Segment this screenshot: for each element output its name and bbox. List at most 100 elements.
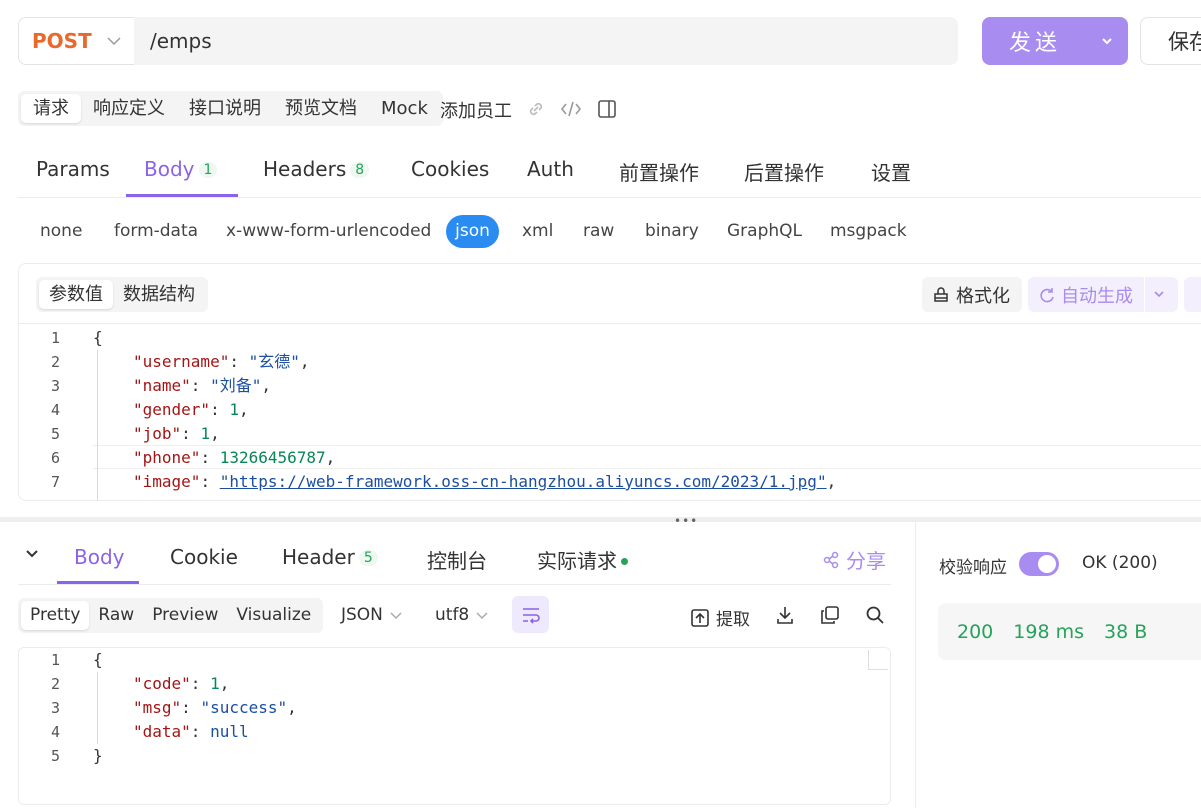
line-number: 7 <box>50 473 60 491</box>
more-button[interactable] <box>1184 277 1201 312</box>
tab-post-ops[interactable]: 后置操作 <box>744 157 824 186</box>
chevron-down-icon <box>475 611 489 620</box>
subtab-preview-doc[interactable]: 预览文档 <box>273 94 369 123</box>
encoding-select[interactable]: utf8 <box>435 605 489 625</box>
code-icon[interactable] <box>560 99 582 119</box>
method-select[interactable]: POST <box>18 17 134 65</box>
validate-label: 校验响应 <box>939 558 1007 578</box>
save-label: 保存 <box>1168 30 1201 54</box>
drag-handle-icon[interactable]: ••• <box>674 515 698 527</box>
format-button[interactable]: 格式化 <box>922 277 1022 312</box>
resp-tab-actual[interactable]: 实际请求 <box>537 545 628 574</box>
bodytype-msgpack[interactable]: msgpack <box>830 221 907 241</box>
editor-mode-switch: 参数值 数据结构 <box>36 277 208 312</box>
mode-values[interactable]: 参数值 <box>39 280 113 309</box>
extract-label: 提取 <box>716 610 750 630</box>
bodytype-raw[interactable]: raw <box>583 221 614 241</box>
api-name[interactable]: 添加员工 <box>440 97 512 123</box>
code-line: "phone": 13266456787, <box>133 448 336 467</box>
subtab-response-def[interactable]: 响应定义 <box>81 94 177 123</box>
code-line: "image": "https://web-framework.oss-cn-h… <box>133 472 837 491</box>
view-visualize[interactable]: Visualize <box>227 601 320 630</box>
bodytype-graphql[interactable]: GraphQL <box>727 221 802 241</box>
save-button[interactable]: 保存 <box>1140 17 1201 65</box>
format-select[interactable]: JSON <box>341 605 403 625</box>
extract-icon <box>690 608 710 628</box>
download-icon[interactable] <box>775 605 795 625</box>
chevron-down-icon[interactable] <box>1153 290 1165 298</box>
panel-icon[interactable] <box>597 99 617 119</box>
divider <box>18 197 1201 198</box>
bodytype-json[interactable]: json <box>446 215 499 248</box>
url-input[interactable]: /emps <box>134 17 958 65</box>
tab-body[interactable]: Body 1 <box>144 157 218 181</box>
share-icon <box>822 551 840 569</box>
copy-icon[interactable] <box>820 605 840 625</box>
view-pretty[interactable]: Pretty <box>21 601 90 630</box>
share-label: 分享 <box>846 549 886 573</box>
bodytype-form-data[interactable]: form-data <box>114 221 198 241</box>
view-preview[interactable]: Preview <box>143 601 227 630</box>
line-number: 5 <box>50 747 60 765</box>
wrap-icon <box>521 606 541 624</box>
panel-splitter[interactable] <box>0 517 1201 522</box>
auto-generate-button[interactable]: 自动生成 <box>1028 277 1178 312</box>
tab-pre-ops[interactable]: 前置操作 <box>619 157 699 186</box>
code-line: "name": "刘备", <box>133 376 271 395</box>
line-number: 3 <box>50 377 60 395</box>
code-line: "gender": 1, <box>133 400 249 419</box>
code-line: "job": 1, <box>133 424 220 443</box>
divider <box>19 323 1201 324</box>
bodytype-none[interactable]: none <box>40 221 82 241</box>
search-icon[interactable] <box>865 605 885 625</box>
chevron-down-icon <box>389 611 403 620</box>
resp-tab-header[interactable]: Header 5 <box>282 545 378 569</box>
chevron-down-icon <box>106 36 122 46</box>
auto-generate-label: 自动生成 <box>1061 285 1133 307</box>
bodytype-binary[interactable]: binary <box>645 221 699 241</box>
share-button[interactable]: 分享 <box>822 545 886 574</box>
resp-header-count: 5 <box>358 550 378 566</box>
encoding-value: utf8 <box>435 605 470 625</box>
bodytype-xml[interactable]: xml <box>522 221 553 241</box>
wrap-lines-button[interactable] <box>512 596 549 633</box>
line-number: 2 <box>50 675 60 693</box>
request-subtabs: 请求 响应定义 接口说明 预览文档 Mock <box>18 91 443 126</box>
collapse-icon[interactable] <box>24 548 40 560</box>
line-number: 6 <box>50 449 60 467</box>
tab-auth[interactable]: Auth <box>527 157 574 181</box>
tab-settings[interactable]: 设置 <box>871 157 911 186</box>
panel-divider <box>915 522 916 808</box>
line-number: 1 <box>50 329 60 347</box>
resp-tab-console[interactable]: 控制台 <box>427 545 487 574</box>
view-raw[interactable]: Raw <box>89 601 143 630</box>
line-number: 4 <box>50 723 60 741</box>
code-line: "username": "玄德", <box>133 352 310 371</box>
scrollbar[interactable] <box>868 650 888 670</box>
view-mode-switch: Pretty Raw Preview Visualize <box>18 598 324 633</box>
resp-tab-cookie[interactable]: Cookie <box>170 545 238 569</box>
broom-icon <box>932 286 950 303</box>
code-line: { <box>93 650 103 669</box>
code-line: "code": 1, <box>133 674 230 693</box>
subtab-request[interactable]: 请求 <box>21 94 81 123</box>
send-button[interactable]: 发送 <box>982 17 1128 65</box>
tab-cookies[interactable]: Cookies <box>411 157 489 181</box>
resp-tab-body[interactable]: Body <box>74 545 125 569</box>
bodytype-urlencoded[interactable]: x-www-form-urlencoded <box>226 221 431 241</box>
link-icon[interactable] <box>526 99 546 119</box>
mode-schema[interactable]: 数据结构 <box>113 280 205 309</box>
extract-button[interactable]: 提取 <box>690 605 750 630</box>
send-dropdown-icon[interactable] <box>1100 36 1114 46</box>
subtab-api-doc[interactable]: 接口说明 <box>177 94 273 123</box>
subtab-mock[interactable]: Mock <box>369 94 440 123</box>
status-code: 200 <box>957 620 994 643</box>
tab-params[interactable]: Params <box>36 157 110 181</box>
validate-toggle[interactable] <box>1019 552 1059 576</box>
tab-headers[interactable]: Headers 8 <box>263 157 370 181</box>
code-line: "data": null <box>133 722 249 741</box>
line-number: 3 <box>50 699 60 717</box>
refresh-icon <box>1038 286 1056 304</box>
line-number: 1 <box>50 651 60 669</box>
url-text: /emps <box>150 29 212 53</box>
